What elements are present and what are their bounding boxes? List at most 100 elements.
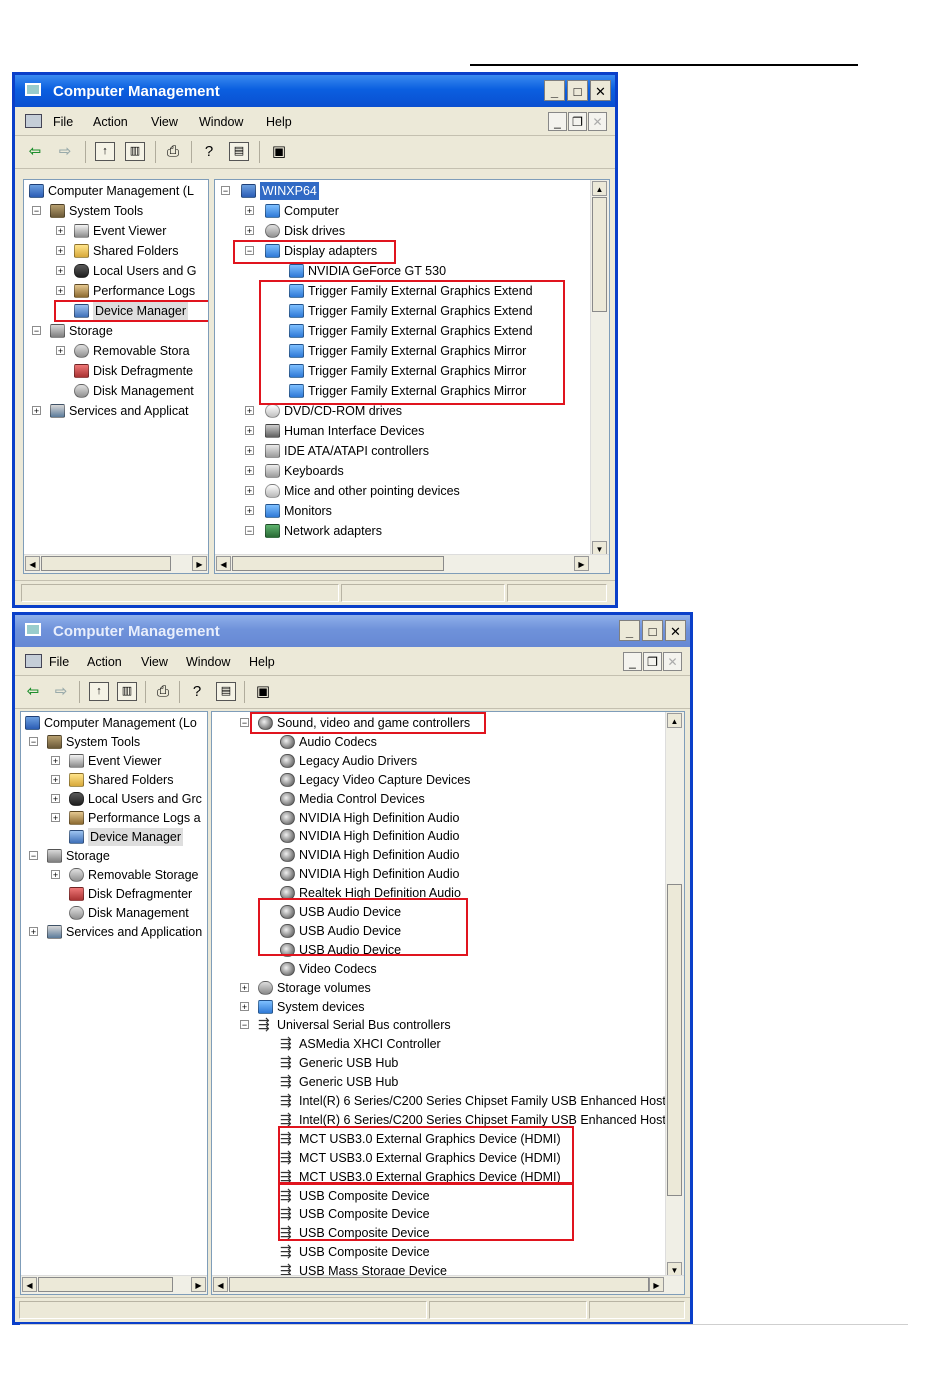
mdi-close-button[interactable]: ✕	[663, 652, 682, 671]
horizontal-scrollbar[interactable]: ◀ ▶	[24, 554, 208, 573]
minimize-button[interactable]: _	[619, 620, 640, 641]
scroll-left-button[interactable]: ◀	[25, 556, 40, 571]
expand-icon[interactable]: +	[240, 982, 249, 992]
collapse-icon[interactable]: −	[245, 526, 254, 536]
tree-item-computer-management-lo[interactable]: Computer Management (Lo	[21, 714, 207, 732]
collapse-icon[interactable]: −	[29, 737, 38, 747]
tree-item-system-tools[interactable]: − System Tools	[24, 202, 208, 220]
menu-action[interactable]: Action	[87, 655, 122, 669]
device-tree-pane[interactable]: − WINXP64 + Computer + Disk drives − Display ad…	[214, 179, 610, 574]
tree-item-generic-usb-hub[interactable]: Generic USB Hub	[212, 1053, 684, 1072]
maximize-button[interactable]: □	[567, 80, 588, 101]
tree-item-removable-storage[interactable]: + Removable Storage	[21, 866, 207, 884]
tree-item-winxp64[interactable]: − WINXP64	[215, 182, 609, 200]
scroll-up-button[interactable]: ▲	[667, 713, 682, 728]
tree-item-system-tools[interactable]: − System Tools	[21, 733, 207, 751]
tree-item-monitors[interactable]: + Monitors	[215, 502, 609, 520]
menu-help[interactable]: Help	[266, 115, 292, 129]
scroll-right-button[interactable]: ▶	[574, 556, 589, 571]
expand-icon[interactable]: +	[29, 927, 38, 937]
tree-item-shared-folders[interactable]: + Shared Folders	[24, 242, 208, 260]
scroll-thumb[interactable]	[41, 556, 171, 571]
forward-arrow-icon[interactable]: ⇨	[51, 682, 71, 701]
tree-item-storage-volumes[interactable]: + Storage volumes	[212, 979, 684, 997]
expand-icon[interactable]: +	[245, 406, 254, 416]
tree-item-universal-serial-bus-controllers[interactable]: − Universal Serial Bus controllers	[212, 1015, 684, 1034]
collapse-icon[interactable]: −	[240, 718, 249, 728]
mdi-close-button[interactable]: ✕	[588, 112, 607, 131]
tree-item-removable-stora[interactable]: + Removable Stora	[24, 342, 208, 360]
console-tree-pane[interactable]: Computer Management (Lo − System Tools + Eve…	[20, 711, 208, 1295]
tree-item-event-viewer[interactable]: + Event Viewer	[24, 222, 208, 240]
collapse-icon[interactable]: −	[32, 206, 41, 216]
up-folder-icon[interactable]: ↑	[89, 682, 109, 701]
computer-management-window-1[interactable]: Computer Management _ □ ✕ File Action Vi…	[12, 72, 618, 608]
expand-icon[interactable]: +	[245, 466, 254, 476]
computer-management-window-2[interactable]: Computer Management _ □ ✕ File Action Vi…	[12, 612, 693, 1325]
menu-help[interactable]: Help	[249, 655, 275, 669]
console-tree-pane[interactable]: Computer Management (L − System Tools + Even…	[23, 179, 209, 574]
horizontal-scrollbar[interactable]: ◀ ▶	[21, 1275, 207, 1294]
scroll-thumb[interactable]	[38, 1277, 173, 1292]
tree-item-shared-folders[interactable]: + Shared Folders	[21, 771, 207, 789]
properties-icon[interactable]: ▤	[229, 142, 249, 161]
expand-icon[interactable]: +	[56, 346, 65, 356]
tree-item-disk-defragmenter[interactable]: Disk Defragmenter	[21, 885, 207, 903]
title-bar[interactable]: Computer Management _ □ ✕	[15, 75, 615, 107]
up-folder-icon[interactable]: ↑	[95, 142, 115, 161]
tree-item-asmedia-xhci-controller[interactable]: ASMedia XHCI Controller	[212, 1034, 684, 1053]
scan-hardware-icon[interactable]: ▣	[269, 142, 289, 161]
print-icon[interactable]: ⎙	[153, 682, 173, 701]
close-button[interactable]: ✕	[590, 80, 611, 101]
minimize-button[interactable]: _	[544, 80, 565, 101]
tree-item-intel-r-6-series-c200-series-chipset-family-usb-enhanced-host[interactable]: Intel(R) 6 Series/C200 Series Chipset Fa…	[212, 1091, 684, 1110]
expand-icon[interactable]: +	[245, 486, 254, 496]
expand-icon[interactable]: +	[245, 426, 254, 436]
tree-item-disk-drives[interactable]: + Disk drives	[215, 222, 609, 240]
document-menu-icon[interactable]	[25, 654, 42, 668]
expand-icon[interactable]: +	[51, 813, 60, 823]
tree-item-legacy-audio-drivers[interactable]: Legacy Audio Drivers	[212, 752, 684, 770]
title-bar[interactable]: Computer Management _ □ ✕	[15, 615, 690, 647]
menu-file[interactable]: File	[53, 115, 73, 129]
help-icon[interactable]: ?	[187, 682, 207, 701]
tree-item-media-control-devices[interactable]: Media Control Devices	[212, 790, 684, 808]
tree-item-storage[interactable]: − Storage	[24, 322, 208, 340]
back-arrow-icon[interactable]: ⇦	[23, 682, 43, 701]
expand-icon[interactable]: +	[56, 266, 65, 276]
tree-item-computer[interactable]: + Computer	[215, 202, 609, 220]
scroll-up-button[interactable]: ▲	[592, 181, 607, 196]
tree-item-usb-composite-device[interactable]: USB Composite Device	[212, 1242, 684, 1261]
horizontal-scrollbar[interactable]: ◀ ▶	[215, 554, 609, 573]
tree-item-device-manager[interactable]: Device Manager	[21, 828, 207, 846]
mdi-minimize-button[interactable]: _	[548, 112, 567, 131]
expand-icon[interactable]: +	[51, 870, 60, 880]
help-icon[interactable]: ?	[199, 142, 219, 161]
expand-icon[interactable]: +	[51, 794, 60, 804]
device-tree-pane[interactable]: − Sound, video and game controllers Audio …	[211, 711, 685, 1295]
scroll-right-button[interactable]: ▶	[192, 556, 207, 571]
scroll-right-button[interactable]: ▶	[191, 1277, 206, 1292]
menu-view[interactable]: View	[151, 115, 178, 129]
scroll-left-button[interactable]: ◀	[216, 556, 231, 571]
maximize-button[interactable]: □	[642, 620, 663, 641]
tree-item-nvidia-geforce-gt-530[interactable]: NVIDIA GeForce GT 530	[215, 262, 609, 280]
forward-arrow-icon[interactable]: ⇨	[55, 142, 75, 161]
tree-item-ide-ata-atapi-controllers[interactable]: + IDE ATA/ATAPI controllers	[215, 442, 609, 460]
properties-icon[interactable]: ▤	[216, 682, 236, 701]
tree-item-event-viewer[interactable]: + Event Viewer	[21, 752, 207, 770]
expand-icon[interactable]: +	[240, 1001, 249, 1011]
mdi-restore-button[interactable]: ❐	[643, 652, 662, 671]
expand-icon[interactable]: +	[32, 406, 41, 416]
menu-action[interactable]: Action	[93, 115, 128, 129]
menu-window[interactable]: Window	[186, 655, 230, 669]
tree-item-local-users-and-g[interactable]: + Local Users and G	[24, 262, 208, 280]
expand-icon[interactable]: +	[245, 506, 254, 516]
mdi-restore-button[interactable]: ❐	[568, 112, 587, 131]
scroll-thumb[interactable]	[229, 1277, 649, 1292]
tree-item-nvidia-high-definition-audio[interactable]: NVIDIA High Definition Audio	[212, 865, 684, 883]
print-icon[interactable]: ⎙	[163, 142, 183, 161]
show-hide-tree-icon[interactable]: ▥	[125, 142, 145, 161]
expand-icon[interactable]: +	[245, 206, 254, 216]
tree-item-nvidia-high-definition-audio[interactable]: NVIDIA High Definition Audio	[212, 846, 684, 864]
